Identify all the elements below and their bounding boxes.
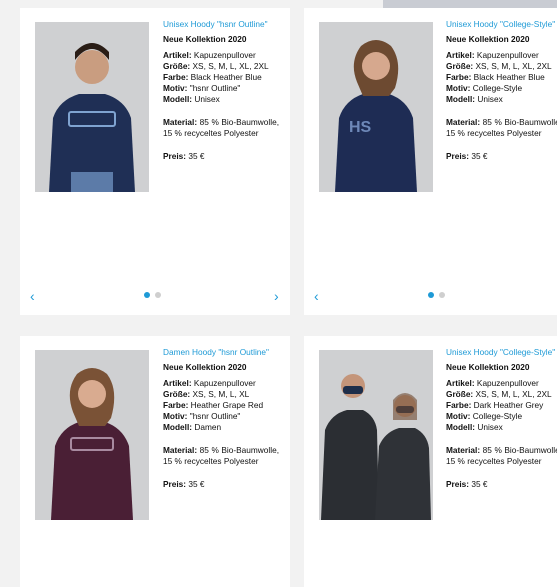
- price-row: Preis: 35 €: [163, 151, 205, 161]
- product-card: HS Unisex Hoody "College-Style" Neue Kol…: [304, 8, 557, 315]
- farbe-row: Farbe: Black Heather Blue: [446, 72, 545, 82]
- carousel-prev-button[interactable]: ‹: [30, 289, 35, 303]
- material-row: Material: 85 % Bio-Baumwolle, 15 % recyc…: [446, 117, 557, 138]
- artikel-row: Artikel: Kapuzenpullover: [446, 378, 539, 388]
- carousel-dots: [428, 292, 445, 298]
- material-row: Material: 85 % Bio-Baumwolle, 15 % recyc…: [163, 445, 279, 466]
- motiv-row: Motiv: College-Style: [446, 83, 523, 93]
- product-card: Unisex Hoody "hsnr Outline" Neue Kollekt…: [20, 8, 290, 315]
- product-info: Unisex Hoody "hsnr Outline" Neue Kollekt…: [163, 20, 279, 162]
- collection-label: Neue Kollektion 2020: [446, 34, 530, 44]
- modell-row: Modell: Unisex: [446, 94, 503, 104]
- model-photo-icon: [319, 350, 433, 520]
- product-title-link[interactable]: Unisex Hoody "College-Style": [446, 20, 557, 29]
- carousel-dot[interactable]: [155, 292, 161, 298]
- carousel-dot[interactable]: [439, 292, 445, 298]
- carousel-dot-active[interactable]: [428, 292, 434, 298]
- product-title-link[interactable]: Unisex Hoody "hsnr Outline": [163, 20, 279, 29]
- farbe-row: Farbe: Dark Heather Grey: [446, 400, 544, 410]
- product-card: Unisex Hoody "College-Style" Neue Kollek…: [304, 336, 557, 587]
- product-photo-college-style-unisex[interactable]: HS: [319, 22, 433, 192]
- product-photo-college-style-unisex-grey[interactable]: [319, 350, 433, 520]
- material-row: Material: 85 % Bio-Baumwolle, 15 % recyc…: [163, 117, 279, 138]
- modell-row: Modell: Damen: [163, 422, 222, 432]
- product-title-link[interactable]: Unisex Hoody "College-Style": [446, 348, 557, 357]
- collection-label: Neue Kollektion 2020: [163, 362, 247, 372]
- modell-row: Modell: Unisex: [163, 94, 220, 104]
- product-photo-hsnr-outline-unisex[interactable]: [35, 22, 149, 192]
- groesse-row: Größe: XS, S, M, L, XL, 2XL: [446, 61, 552, 71]
- groesse-row: Größe: XS, S, M, L, XL: [163, 389, 250, 399]
- material-row: Material: 85 % Bio-Baumwolle, 15 % recyc…: [446, 445, 557, 466]
- collection-label: Neue Kollektion 2020: [163, 34, 247, 44]
- model-photo-icon: HS: [319, 22, 433, 192]
- modell-row: Modell: Unisex: [446, 422, 503, 432]
- carousel-prev-button[interactable]: ‹: [314, 289, 319, 303]
- price-row: Preis: 35 €: [446, 479, 488, 489]
- groesse-row: Größe: XS, S, M, L, XL, 2XL: [163, 61, 269, 71]
- artikel-row: Artikel: Kapuzenpullover: [163, 50, 256, 60]
- farbe-row: Farbe: Heather Grape Red: [163, 400, 264, 410]
- carousel-next-button[interactable]: ›: [274, 289, 279, 303]
- carousel-dot-active[interactable]: [144, 292, 150, 298]
- svg-text:HS: HS: [349, 119, 372, 136]
- product-photo-hsnr-outline-damen[interactable]: [35, 350, 149, 520]
- model-photo-icon: [35, 350, 149, 520]
- artikel-row: Artikel: Kapuzenpullover: [446, 50, 539, 60]
- product-info: Unisex Hoody "College-Style" Neue Kollek…: [446, 20, 557, 162]
- farbe-row: Farbe: Black Heather Blue: [163, 72, 262, 82]
- model-photo-icon: [35, 22, 149, 192]
- carousel-dots: [144, 292, 161, 298]
- product-title-link[interactable]: Damen Hoody "hsnr Outline": [163, 348, 279, 357]
- artikel-row: Artikel: Kapuzenpullover: [163, 378, 256, 388]
- price-row: Preis: 35 €: [163, 479, 205, 489]
- motiv-row: Motiv: College-Style: [446, 411, 523, 421]
- motiv-row: Motiv: "hsnr Outline": [163, 83, 241, 93]
- price-row: Preis: 35 €: [446, 151, 488, 161]
- product-info: Unisex Hoody "College-Style" Neue Kollek…: [446, 348, 557, 490]
- product-info: Damen Hoody "hsnr Outline" Neue Kollekti…: [163, 348, 279, 490]
- groesse-row: Größe: XS, S, M, L, XL, 2XL: [446, 389, 552, 399]
- product-card: Damen Hoody "hsnr Outline" Neue Kollekti…: [20, 336, 290, 587]
- collection-label: Neue Kollektion 2020: [446, 362, 530, 372]
- motiv-row: Motiv: "hsnr Outline": [163, 411, 241, 421]
